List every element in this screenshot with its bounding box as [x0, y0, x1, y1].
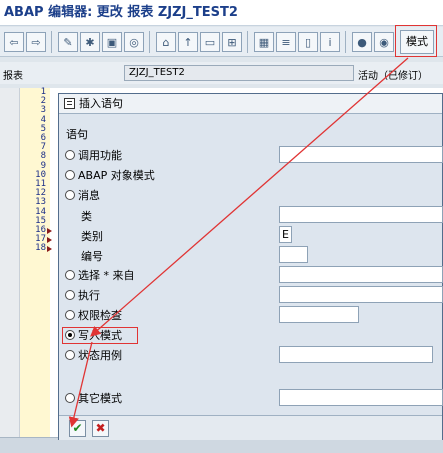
annotation-box-pattern-button [395, 25, 437, 57]
object-list-icon[interactable]: ⌂ [156, 32, 176, 52]
breakpoint-marker-icon [47, 227, 52, 234]
option-label: 权限检查 [78, 309, 122, 322]
option-message[interactable]: 消息 [65, 188, 100, 202]
message-type-input[interactable]: E [279, 226, 292, 243]
message-number-input[interactable] [279, 246, 308, 263]
toolbar-separator [149, 31, 150, 53]
message-number-label: 编号 [81, 250, 103, 263]
breakpoint-icon[interactable]: ● [352, 32, 372, 52]
option-select-from[interactable]: 选择 * 来自 [65, 268, 135, 282]
option-perform[interactable]: 执行 [65, 288, 100, 302]
breakpoint-marker-icon [47, 236, 52, 243]
info-icon[interactable]: i [320, 32, 340, 52]
dialog-footer: ✔ ✖ [59, 415, 442, 440]
dialog-title-bar: 插入语句 [59, 94, 442, 114]
message-class-label: 类 [81, 210, 92, 223]
forward-icon[interactable]: ⇨ [26, 32, 46, 52]
statement-section-label: 语句 [66, 128, 88, 141]
radio-message[interactable] [65, 190, 75, 200]
pretty-printer-icon[interactable]: ≡ [276, 32, 296, 52]
application-toolbar: ⇦ ⇨ ✎ ✱ ▣ ◎ ⌂ ↑ ▭ ⊞ ▦ ≡ ▯ i ● ◉ 模式 [0, 27, 443, 57]
report-name-field: ZJZJ_TEST2 [124, 65, 354, 81]
status-text: 活动（已修订） [358, 71, 428, 82]
breakpoint-session-icon[interactable]: ◉ [374, 32, 394, 52]
pattern-icon[interactable]: ▦ [254, 32, 274, 52]
radio-other-pattern[interactable] [65, 393, 75, 403]
radio-authority-check[interactable] [65, 310, 75, 320]
option-label: ABAP 对象模式 [78, 169, 155, 182]
radio-call-function[interactable] [65, 150, 75, 160]
annotation-box-write-pattern [62, 327, 138, 344]
check-icon[interactable]: ▣ [102, 32, 122, 52]
display-object-list-icon[interactable]: ↑ [178, 32, 198, 52]
option-case-for-status[interactable]: 状态用例 [65, 348, 122, 362]
program-info-row: 报表 ZJZJ_TEST2 活动（已修订） [0, 62, 443, 84]
where-used-icon[interactable]: ◎ [124, 32, 144, 52]
toolbar-separator [345, 31, 346, 53]
option-other-pattern[interactable]: 其它模式 [65, 391, 122, 405]
dialog-title: 插入语句 [79, 97, 123, 110]
report-label: 报表 [3, 71, 23, 82]
toolbar-separator [247, 31, 248, 53]
back-icon[interactable]: ⇦ [4, 32, 24, 52]
dialog-icon [64, 98, 75, 109]
message-class-input[interactable] [279, 206, 443, 223]
option-abap-object-pattern[interactable]: ABAP 对象模式 [65, 168, 155, 182]
call-function-input[interactable] [279, 146, 443, 163]
window-title: ABAP 编辑器: 更改 报表 ZJZJ_TEST2 [0, 0, 443, 26]
radio-abap-object-pattern[interactable] [65, 170, 75, 180]
ok-button[interactable]: ✔ [69, 420, 86, 437]
perform-input[interactable] [279, 286, 443, 303]
option-label: 状态用例 [78, 349, 122, 362]
option-call-function[interactable]: 调用功能 [65, 148, 122, 162]
editor-left-gutter [0, 88, 20, 438]
enhance-icon[interactable]: ⊞ [222, 32, 242, 52]
option-label: 执行 [78, 289, 100, 302]
radio-case-for-status[interactable] [65, 350, 75, 360]
radio-select-from[interactable] [65, 270, 75, 280]
option-authority-check[interactable]: 权限检查 [65, 308, 122, 322]
other-pattern-input[interactable] [279, 389, 443, 406]
authority-check-input[interactable] [279, 306, 359, 323]
edit-icon[interactable]: ✎ [58, 32, 78, 52]
option-label: 调用功能 [78, 149, 122, 162]
line-number: 18 [35, 243, 46, 254]
option-label: 选择 * 来自 [78, 269, 135, 282]
breakpoint-marker-icon [47, 245, 52, 252]
select-from-input[interactable] [279, 266, 443, 283]
option-label: 消息 [78, 189, 100, 202]
insert-icon[interactable]: ▯ [298, 32, 318, 52]
message-type-label: 类别 [81, 230, 103, 243]
option-label: 其它模式 [78, 392, 122, 405]
radio-perform[interactable] [65, 290, 75, 300]
insert-statement-dialog: 插入语句 语句 调用功能 ABAP 对象模式 消息 类 类别 E 编号 选择 *… [58, 93, 443, 440]
cancel-button[interactable]: ✖ [92, 420, 109, 437]
navigation-window-icon[interactable]: ▭ [200, 32, 220, 52]
toolbar-separator [51, 31, 52, 53]
case-for-status-input[interactable] [279, 346, 433, 363]
activate-icon[interactable]: ✱ [80, 32, 100, 52]
dialog-body: 语句 调用功能 ABAP 对象模式 消息 类 类别 E 编号 选择 * 来自 执… [59, 114, 443, 414]
